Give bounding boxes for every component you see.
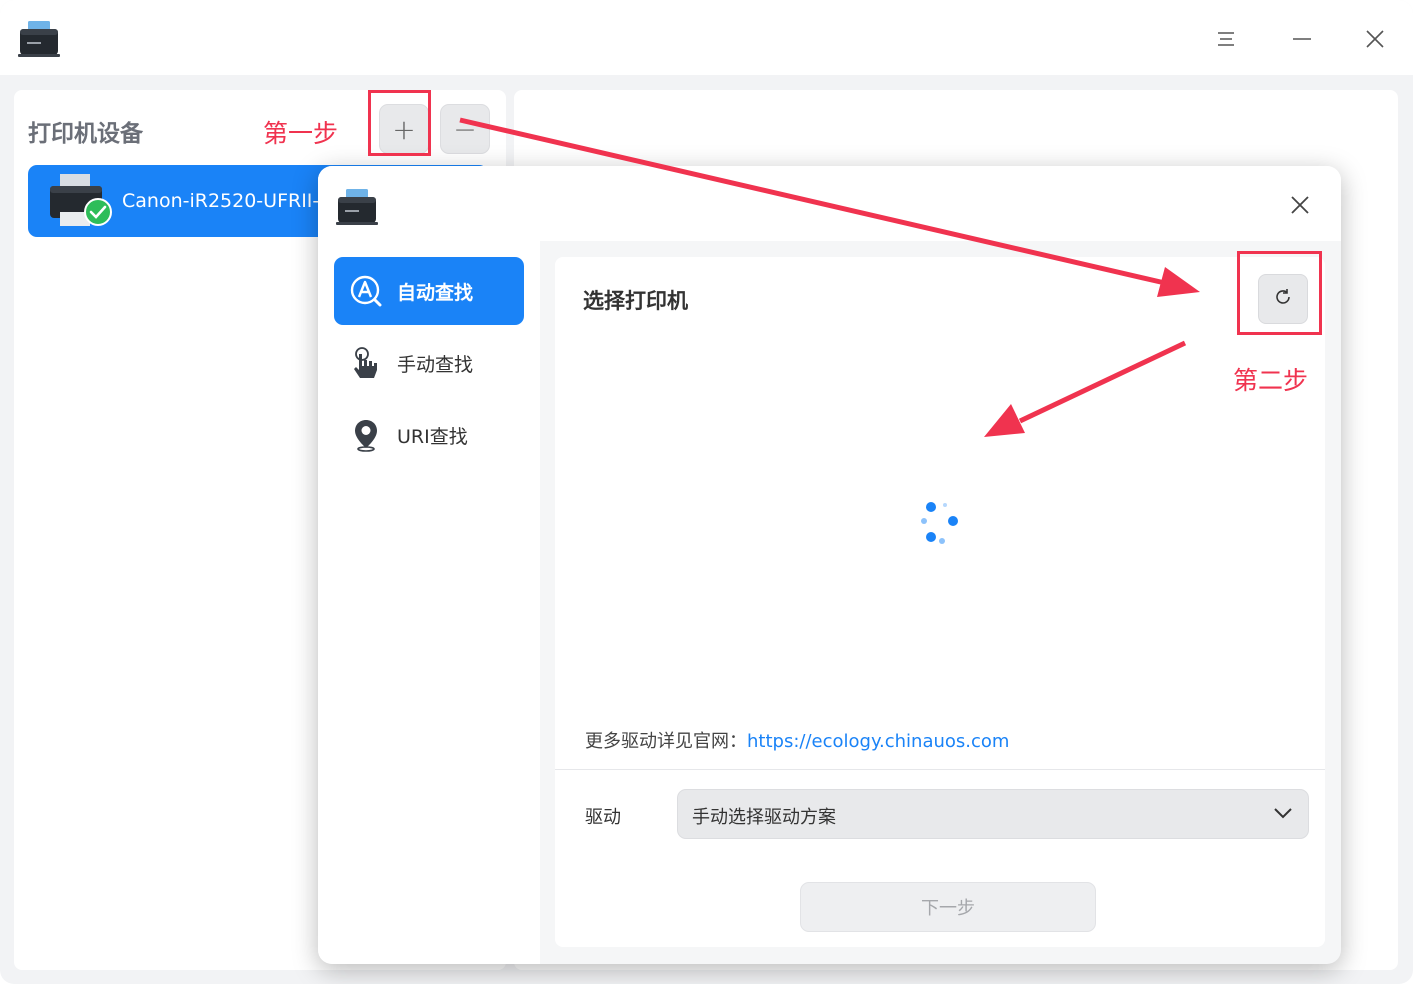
printer-icon (18, 20, 60, 62)
remove-printer-button[interactable]: − (440, 104, 490, 154)
title-bar (0, 0, 1413, 75)
nav-manual-search[interactable]: 手动查找 (334, 329, 524, 397)
content-title: 选择打印机 (583, 289, 688, 313)
step1-highlight-box (368, 90, 431, 156)
driver-select-value: 手动选择驱动方案 (692, 807, 836, 828)
step2-label: 第二步 (1233, 366, 1309, 395)
printer-icon (48, 172, 114, 234)
close-icon[interactable] (1358, 22, 1392, 56)
nav-uri-search[interactable]: URI查找 (334, 401, 524, 469)
more-driver-info: 更多驱动详见官网：https://ecology.chinauos.com (585, 727, 1009, 753)
dialog-content: 选择打印机 更多驱动详见官网：https://ecology.chinauos.… (555, 257, 1325, 947)
nav-auto-search[interactable]: 自动查找 (334, 257, 524, 325)
nav-uri-search-label: URI查找 (397, 425, 468, 448)
menu-icon[interactable] (1209, 22, 1243, 56)
divider (555, 769, 1325, 770)
driver-label: 驱动 (585, 807, 621, 828)
chevron-down-icon (1272, 802, 1294, 828)
printer-icon (336, 188, 378, 230)
step2-highlight-box (1237, 251, 1322, 335)
hand-pointer-icon (349, 346, 383, 380)
dialog-header (318, 166, 1341, 241)
step1-label: 第一步 (263, 119, 339, 148)
more-driver-text: 更多驱动详见官网： (585, 731, 747, 752)
add-printer-dialog: 自动查找 手动查找 URI查找 选择打印机 更多驱动详见官网：https://e… (318, 166, 1341, 964)
auto-search-icon (349, 274, 383, 308)
nav-manual-search-label: 手动查找 (397, 353, 474, 376)
driver-select[interactable]: 手动选择驱动方案 (677, 789, 1309, 839)
minimize-icon[interactable] (1285, 22, 1319, 56)
nav-auto-search-label: 自动查找 (397, 281, 474, 304)
panel-title: 打印机设备 (28, 121, 143, 147)
close-icon[interactable] (1283, 188, 1317, 222)
next-button[interactable]: 下一步 (800, 882, 1096, 932)
more-driver-link[interactable]: https://ecology.chinauos.com (747, 731, 1009, 752)
location-pin-icon (349, 418, 383, 452)
spinner-icon (915, 497, 965, 547)
remove-printer-label: − (453, 112, 477, 146)
dialog-sidebar: 自动查找 手动查找 URI查找 (318, 241, 540, 964)
device-name: Canon-iR2520-UFRII-L (122, 190, 330, 212)
next-button-label: 下一步 (921, 898, 975, 919)
